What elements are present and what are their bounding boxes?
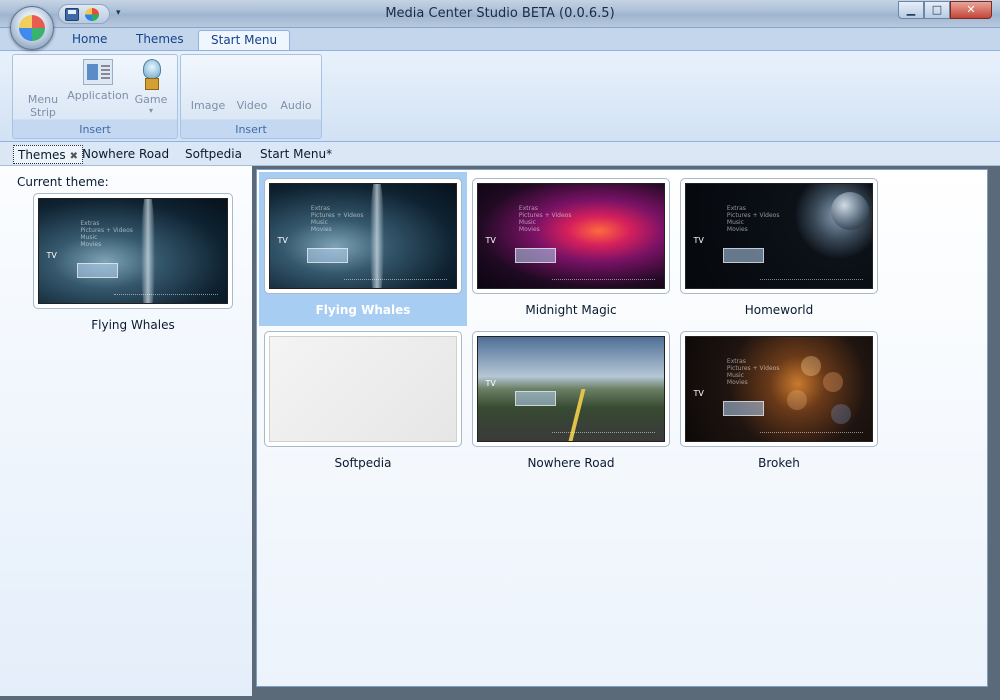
theme-name: Homeworld xyxy=(744,303,814,317)
doc-tab-nowhere-road[interactable]: Nowhere Road xyxy=(78,145,173,164)
preview-tv-label: TV xyxy=(693,389,704,398)
close-button[interactable]: ✕ xyxy=(950,1,992,19)
theme-name: Brokeh xyxy=(758,456,800,470)
theme-thumbnail xyxy=(264,331,462,447)
video-label: Video xyxy=(236,99,268,112)
preview-menu: Extras Pictures + Videos Music Movies xyxy=(310,204,364,233)
tab-start-menu[interactable]: Start Menu xyxy=(198,30,291,50)
minimize-button[interactable]: ▁ xyxy=(898,1,924,19)
preview-tv-label: TV xyxy=(277,236,288,245)
game-button[interactable]: Game ▾ xyxy=(131,59,171,115)
document-tabs: Themes ✖ Nowhere Road Softpedia Start Men… xyxy=(0,142,1000,166)
title-bar: ▾ Media Center Studio BETA (0.0.6.5) ▁ □… xyxy=(0,0,1000,28)
video-button[interactable]: Video xyxy=(233,99,271,112)
group-label-insert-1: Insert xyxy=(79,123,111,136)
theme-preview-image xyxy=(269,336,457,442)
doc-tab-themes-label: Themes xyxy=(18,148,66,162)
theme-card-brokeh[interactable]: Extras Pictures + Videos Music Movies TV… xyxy=(675,325,883,479)
application-menu-button[interactable] xyxy=(10,6,54,50)
insert-group-media: Image Video Audio Insert xyxy=(180,54,322,139)
preview-tv-label: TV xyxy=(485,236,496,245)
app-logo-icon xyxy=(19,15,45,41)
maximize-button[interactable]: □ xyxy=(924,1,950,19)
preview-menu: Extras Pictures + Videos Music Movies xyxy=(726,204,780,233)
preview-bar xyxy=(344,278,447,282)
application-label: Application xyxy=(67,89,129,102)
current-theme-name: Flying Whales xyxy=(91,318,175,332)
preview-menu: Extras Pictures + Videos Music Movies xyxy=(80,219,133,248)
tab-home[interactable]: Home xyxy=(60,30,119,50)
theme-card-homeworld[interactable]: Extras Pictures + Videos Music Movies TV… xyxy=(675,172,883,326)
theme-preview-image: Extras Pictures + Videos Music Movies TV xyxy=(38,198,228,304)
insert-group-items: Menu Strip Application Game ▾ Insert xyxy=(12,54,178,139)
theme-preview-image: Extras Pictures + Videos Music Movies TV xyxy=(685,183,873,289)
theme-card-nowhere-road[interactable]: TV Nowhere Road xyxy=(467,325,675,479)
theme-name: Softpedia xyxy=(334,456,392,470)
menu-strip-label-1: Menu xyxy=(27,93,59,106)
image-button[interactable]: Image xyxy=(189,99,227,112)
theme-name: Flying Whales xyxy=(315,303,411,317)
current-theme-pane: Current theme: Extras Pictures + Videos … xyxy=(0,166,252,696)
preview-bar xyxy=(760,278,863,282)
image-label: Image xyxy=(190,99,226,112)
preview-tv-label: TV xyxy=(46,251,57,260)
preview-tiles xyxy=(515,248,557,264)
current-theme-thumbnail: Extras Pictures + Videos Music Movies TV xyxy=(33,193,233,309)
theme-preview-image: Extras Pictures + Videos Music Movies TV xyxy=(269,183,457,289)
preview-tiles xyxy=(515,391,557,406)
application-button[interactable]: Application xyxy=(67,59,129,102)
preview-bar xyxy=(114,293,218,297)
theme-thumbnail: Extras Pictures + Videos Music Movies TV xyxy=(472,178,670,294)
preview-tv-label: TV xyxy=(485,378,496,388)
chevron-down-icon: ▾ xyxy=(148,106,153,115)
theme-name: Nowhere Road xyxy=(527,456,615,470)
theme-preview-image: Extras Pictures + Videos Music Movies TV xyxy=(685,336,873,442)
ribbon-tabs: Home Themes Start Menu xyxy=(0,28,1000,50)
theme-thumbnail: Extras Pictures + Videos Music Movies TV xyxy=(680,178,878,294)
current-theme-label: Current theme: xyxy=(17,175,109,189)
preview-menu: Extras Pictures + Videos Music Movies xyxy=(518,204,572,233)
audio-button[interactable]: Audio xyxy=(277,99,315,112)
theme-card-midnight-magic[interactable]: Extras Pictures + Videos Music Movies TV… xyxy=(467,172,675,326)
preview-menu: Extras Pictures + Videos Music Movies xyxy=(726,357,780,386)
theme-preview-image: TV xyxy=(477,336,665,442)
preview-bar xyxy=(552,431,655,435)
audio-label: Audio xyxy=(280,99,312,112)
doc-tab-softpedia[interactable]: Softpedia xyxy=(181,145,246,164)
menu-strip-button[interactable]: Menu Strip xyxy=(21,93,65,119)
theme-thumbnail: Extras Pictures + Videos Music Movies TV xyxy=(680,331,878,447)
window-controls: ▁ □ ✕ xyxy=(898,1,992,19)
theme-thumbnail: Extras Pictures + Videos Music Movies TV xyxy=(264,178,462,294)
preview-tv-label: TV xyxy=(693,236,704,245)
theme-thumbnail: TV xyxy=(472,331,670,447)
theme-name: Midnight Magic xyxy=(525,303,617,317)
doc-tab-themes[interactable]: Themes ✖ xyxy=(13,145,84,164)
doc-tab-start-menu[interactable]: Start Menu* xyxy=(256,145,336,164)
preview-bar xyxy=(760,431,863,435)
group-label-insert-2: Insert xyxy=(235,123,267,136)
preview-bar xyxy=(552,278,655,282)
tab-themes[interactable]: Themes xyxy=(124,30,196,50)
theme-card-softpedia[interactable]: Softpedia xyxy=(259,325,467,479)
preview-tiles xyxy=(76,263,118,279)
theme-card-flying-whales[interactable]: Extras Pictures + Videos Music Movies TV… xyxy=(259,172,467,326)
ribbon: Menu Strip Application Game ▾ Insert Ima… xyxy=(0,50,1000,142)
theme-preview-image: Extras Pictures + Videos Music Movies TV xyxy=(477,183,665,289)
close-tab-icon[interactable]: ✖ xyxy=(70,151,78,162)
preview-tiles xyxy=(307,248,349,264)
game-label: Game xyxy=(134,93,168,106)
preview-tiles xyxy=(723,248,765,264)
menu-strip-label-2: Strip xyxy=(30,106,56,119)
theme-gallery: Extras Pictures + Videos Music Movies TV… xyxy=(256,169,988,687)
game-icon xyxy=(140,59,162,90)
preview-tiles xyxy=(723,401,765,417)
window-title: Media Center Studio BETA (0.0.6.5) xyxy=(385,6,615,21)
application-icon xyxy=(83,59,113,85)
